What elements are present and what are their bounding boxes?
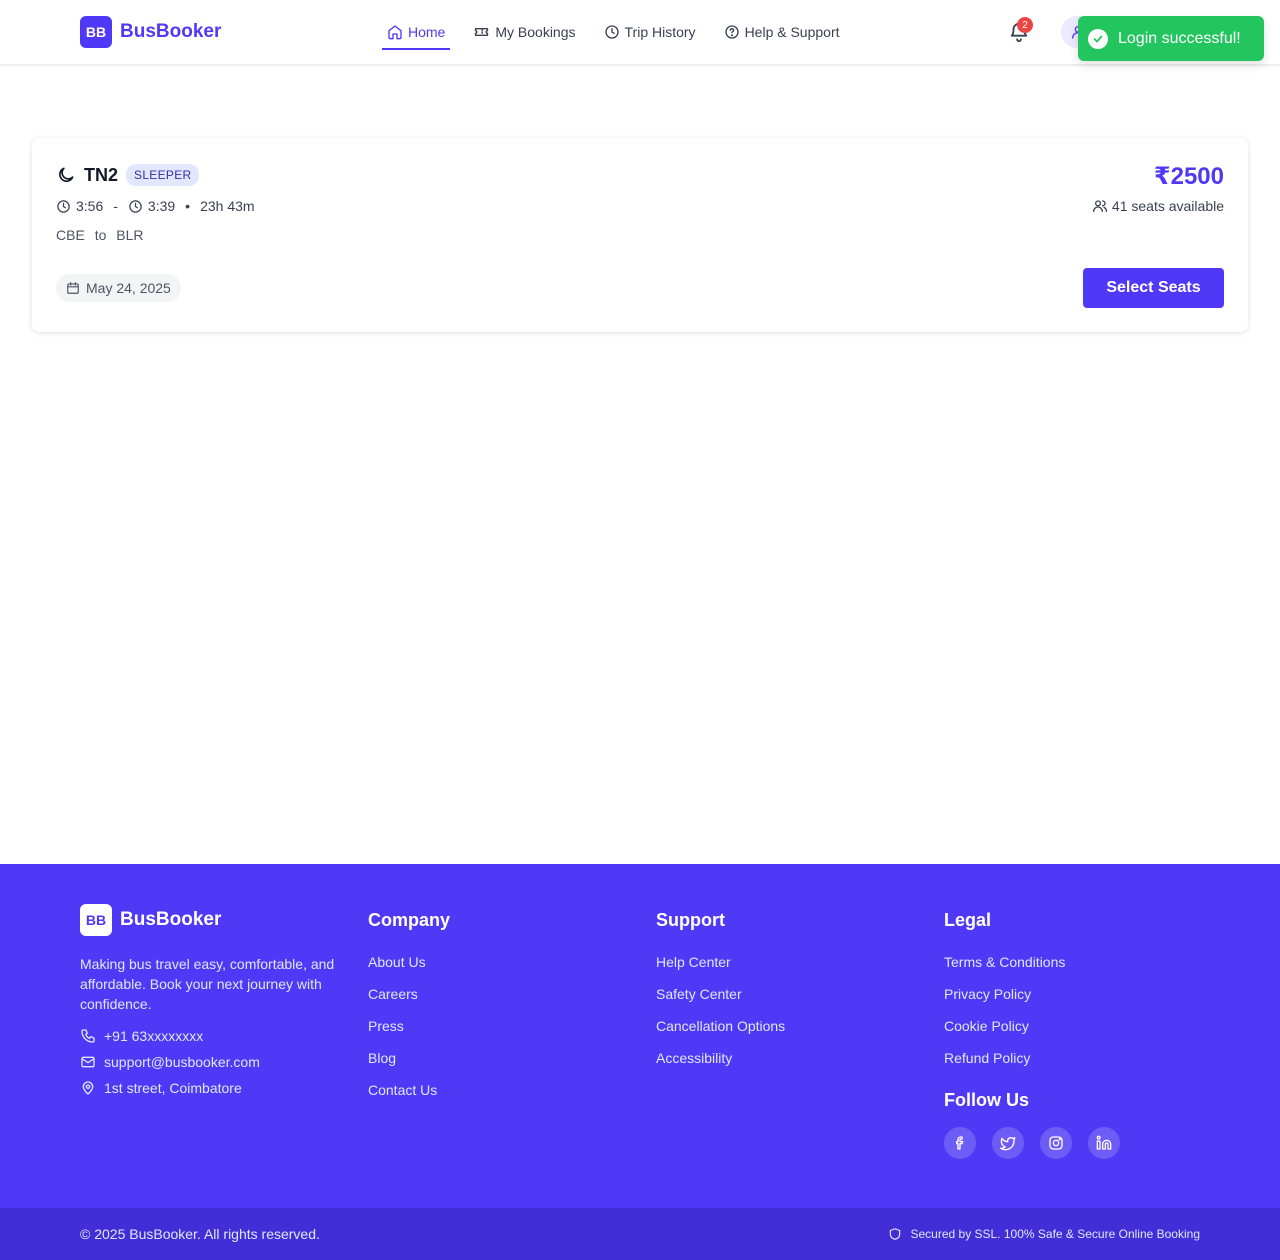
footer-bottom-bar: © 2025 BusBooker. All rights reserved. S… [0,1208,1280,1260]
trip-duration: 23h 43m [200,198,255,214]
twitter-link[interactable] [992,1127,1024,1159]
footer-support-column: Support Help Center Safety Center Cancel… [656,904,785,1078]
footer-phone-text: +91 63xxxxxxxx [104,1028,204,1044]
select-seats-button[interactable]: Select Seats [1083,268,1224,308]
toast-message: Login successful! [1118,29,1241,47]
footer-link-contact-us[interactable]: Contact Us [368,1078,450,1110]
logo-mark: BB [80,16,112,48]
route-to-word: to [94,227,107,243]
nav-trip-history[interactable]: Trip History [599,0,701,64]
notification-count-badge: 2 [1017,17,1033,33]
footer-link-about-us[interactable]: About Us [368,950,450,982]
bus-times: 3:56 - 3:39 • 23h 43m [56,198,255,214]
footer-brand[interactable]: BB BusBooker [80,904,342,936]
nav-help-support-label: Help & Support [744,24,840,40]
facebook-icon [956,1136,964,1150]
time-dot: • [185,198,191,214]
nav-home-label: Home [408,24,446,40]
instagram-link[interactable] [1040,1127,1072,1159]
calendar-icon [67,282,79,294]
footer-brand-name: BusBooker [120,909,222,930]
footer-link-careers[interactable]: Careers [368,982,450,1014]
footer-link-privacy[interactable]: Privacy Policy [944,982,1136,1014]
clock-icon [604,25,619,39]
help-circle-icon [724,25,739,39]
arrival-time: 3:39 [147,198,176,214]
time-dash: - [113,198,118,214]
footer-address: 1st street, Coimbatore [80,1080,342,1096]
footer-legal-column: Legal Terms & Conditions Privacy Policy … [944,904,1136,1159]
footer-link-blog[interactable]: Blog [368,1046,450,1078]
bus-name: TN2 [84,164,119,185]
clock-icon [57,199,70,213]
brand-name: BusBooker [120,21,222,42]
main-nav: Home My Bookings Trip History Help & Sup… [382,0,863,64]
twitter-icon [1000,1137,1016,1151]
seats-available-text: 41 seats available [1111,198,1224,214]
nav-help-support[interactable]: Help & Support [719,0,845,64]
footer-link-cancellation-options[interactable]: Cancellation Options [656,1014,785,1046]
footer-email[interactable]: support@busbooker.com [80,1054,342,1070]
success-toast[interactable]: Login successful! [1078,16,1264,61]
secure-notice: Secured by SSL. 100% Safe & Secure Onlin… [888,1227,1200,1241]
users-icon [1092,200,1107,212]
route: CBE to BLR [56,227,150,243]
footer-link-terms[interactable]: Terms & Conditions [944,950,1136,982]
footer-link-cookie[interactable]: Cookie Policy [944,1014,1136,1046]
bus-type-badge: SLEEPER [126,164,200,186]
footer-link-accessibility[interactable]: Accessibility [656,1046,785,1078]
travel-date: May 24, 2025 [86,280,171,296]
check-circle-icon [1088,28,1108,49]
clock-icon [129,199,142,213]
linkedin-icon [1096,1135,1112,1150]
site-footer: BB BusBooker Making bus travel easy, com… [0,864,1280,1208]
route-to: BLR [116,227,144,243]
shield-icon [890,1228,901,1240]
departure-time: 3:56 [76,198,104,214]
footer-link-help-center[interactable]: Help Center [656,950,785,982]
footer-description: Making bus travel easy, comfortable, and… [80,956,335,1012]
footer-link-press[interactable]: Press [368,1014,450,1046]
footer-company-heading: Company [368,910,451,930]
brand-logo[interactable]: BB BusBooker [80,16,221,48]
nav-my-bookings-label: My Bookings [495,24,576,40]
footer-link-safety-center[interactable]: Safety Center [656,982,785,1014]
footer-about-column: BB BusBooker Making bus travel easy, com… [80,904,342,1096]
follow-us-heading: Follow Us [944,1090,1029,1110]
route-from: CBE [56,227,85,243]
footer-legal-heading: Legal [944,910,992,930]
phone-icon [81,1029,95,1043]
footer-email-text: support@busbooker.com [104,1054,260,1070]
travel-date-chip: May 24, 2025 [56,274,181,302]
ticket-price: ₹2500 [1153,163,1224,190]
nav-home[interactable]: Home [382,0,451,64]
mail-icon [81,1056,95,1068]
ticket-icon [475,27,489,36]
nav-my-bookings[interactable]: My Bookings [468,0,580,64]
footer-link-refund[interactable]: Refund Policy [944,1046,1136,1078]
bus-title-row: TN2 SLEEPER [56,164,200,186]
footer-address-text: 1st street, Coimbatore [104,1080,242,1096]
linkedin-link[interactable] [1088,1127,1120,1159]
social-links [944,1127,1136,1159]
footer-support-heading: Support [656,910,725,930]
bus-result-card: TN2 SLEEPER 3:56 - 3:39 • 23h 43m CBE to… [32,138,1248,332]
copyright-text: © 2025 BusBooker. All rights reserved. [80,1226,320,1242]
footer-logo-mark: BB [80,904,112,936]
instagram-icon [1049,1136,1063,1150]
footer-phone: +91 63xxxxxxxx [80,1028,342,1044]
secure-notice-text: Secured by SSL. 100% Safe & Secure Onlin… [910,1227,1200,1241]
nav-trip-history-label: Trip History [624,24,696,40]
home-icon [388,25,402,40]
map-pin-icon [82,1081,94,1095]
footer-company-column: Company About Us Careers Press Blog Cont… [368,904,450,1110]
moon-icon [59,167,74,182]
facebook-link[interactable] [944,1127,976,1159]
seats-available: 41 seats available [1092,198,1224,214]
